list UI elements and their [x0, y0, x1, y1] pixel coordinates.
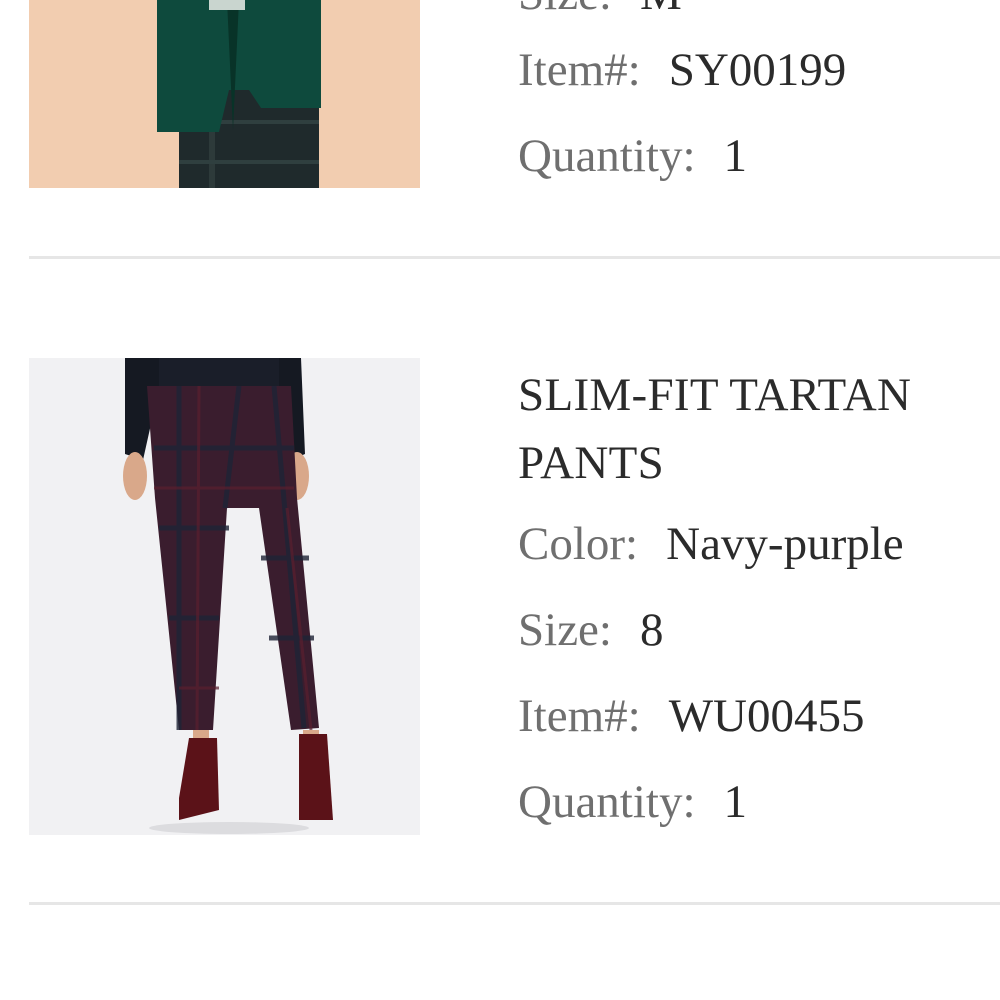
item-number-label: Item#:	[518, 690, 641, 742]
item-divider	[29, 902, 1000, 905]
quantity-row: Quantity: 1	[518, 128, 747, 184]
product-image-blazer[interactable]	[29, 0, 420, 188]
size-label: Size:	[518, 0, 612, 20]
product-title-line-1[interactable]: SLIM-FIT TARTAN	[518, 360, 911, 430]
item-number-value: WU00455	[668, 690, 865, 742]
item-number-label: Item#:	[518, 44, 641, 96]
color-row: Color: Navy-purple	[518, 516, 904, 572]
size-row: Size: 8	[518, 602, 663, 658]
quantity-label: Quantity:	[518, 776, 696, 828]
item-divider	[29, 256, 1000, 259]
size-value: 8	[639, 604, 664, 656]
product-photo	[29, 0, 420, 188]
quantity-value: 1	[723, 130, 748, 182]
item-number-row: Item#: WU00455	[518, 688, 865, 744]
product-image-pants[interactable]	[29, 358, 420, 835]
product-title-line-2[interactable]: PANTS	[518, 428, 664, 498]
color-value: Navy-purple	[666, 518, 904, 570]
quantity-value: 1	[723, 776, 748, 828]
item-number-value: SY00199	[668, 44, 847, 96]
color-label: Color:	[518, 518, 639, 570]
product-photo	[29, 358, 420, 835]
size-label: Size:	[518, 604, 612, 656]
quantity-row: Quantity: 1	[518, 774, 747, 830]
order-item-2: SLIM-FIT TARTAN PANTS Color: Navy-purple …	[0, 358, 1000, 898]
size-row: Size: M	[518, 0, 682, 22]
size-value: M	[640, 0, 682, 20]
quantity-label: Quantity:	[518, 130, 696, 182]
item-number-row: Item#: SY00199	[518, 42, 846, 98]
order-item-1: Size: M Item#: SY00199 Quantity: 1	[0, 0, 1000, 260]
